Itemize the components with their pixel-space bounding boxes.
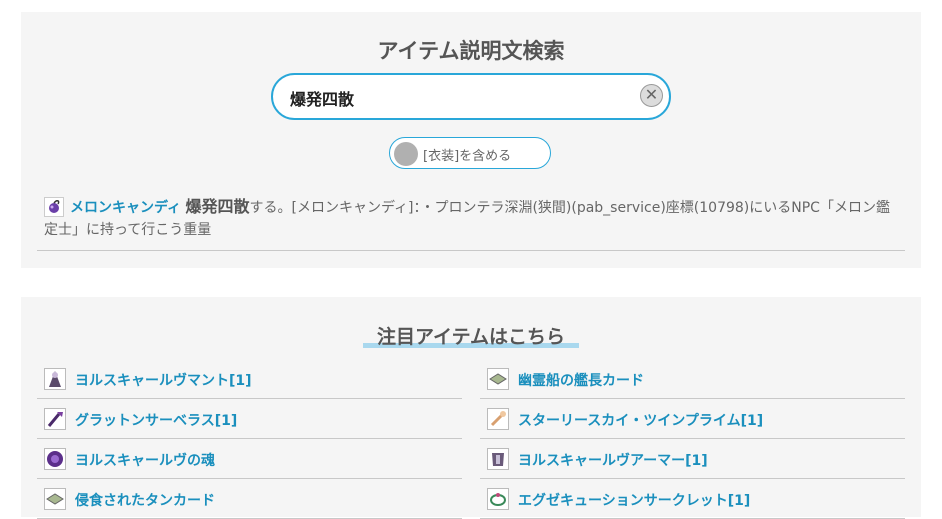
- weapon-icon: [44, 408, 66, 430]
- item-search-panel: アイテム説明文検索 爆発四散 ✕ [衣装]を含める メロンキャンディ 爆発四散す…: [21, 12, 921, 268]
- toggle-knob[interactable]: [394, 142, 418, 166]
- search-title: アイテム説明文検索: [377, 39, 565, 63]
- featured-item-label[interactable]: 幽霊船の艦長カード: [518, 370, 644, 390]
- featured-item-label[interactable]: ヨルスキャールヴマント[1]: [75, 370, 252, 390]
- search-input[interactable]: 爆発四散 ✕: [271, 73, 671, 120]
- search-result: メロンキャンディ 爆発四散する。[メロンキャンディ]：・プロンテラ深淵(狭間)(…: [44, 196, 899, 241]
- featured-item[interactable]: 幽霊船の艦長カード: [480, 359, 905, 399]
- card-icon: [487, 368, 509, 390]
- featured-item-label[interactable]: グラットンサーベラス[1]: [75, 410, 237, 430]
- melon-candy-icon: [44, 197, 64, 217]
- soul-icon: [44, 448, 66, 470]
- staff-icon: [487, 408, 509, 430]
- featured-item[interactable]: ヨルスキャールヴマント[1]: [37, 359, 462, 399]
- featured-item[interactable]: 侵食されたタンカード: [37, 479, 462, 519]
- featured-item[interactable]: ヨルスキャールヴの魂: [37, 439, 462, 479]
- featured-item-label[interactable]: ヨルスキャールヴアーマー[1]: [518, 450, 708, 470]
- featured-item-label[interactable]: スターリースカイ・ツインプライム[1]: [518, 410, 763, 430]
- armor-icon: [487, 448, 509, 470]
- featured-item-label[interactable]: エグゼキューションサークレット[1]: [518, 490, 750, 510]
- costume-toggle[interactable]: [衣装]を含める: [389, 137, 551, 169]
- card-icon: [44, 488, 66, 510]
- divider: [37, 250, 905, 251]
- cloak-icon: [44, 368, 66, 390]
- circlet-icon: [487, 488, 509, 510]
- search-query-text[interactable]: 爆発四散: [290, 86, 354, 110]
- featured-title: 注目アイテムはこちら: [376, 326, 566, 348]
- featured-items-panel: 注目アイテムはこちら ヨルスキャールヴマント[1] グラットンサーベラス[1] …: [21, 297, 921, 519]
- result-item-link[interactable]: メロンキャンディ: [70, 200, 181, 216]
- featured-item[interactable]: エグゼキューションサークレット[1]: [480, 479, 905, 519]
- result-keyword: 爆発四散: [185, 197, 250, 216]
- featured-item[interactable]: グラットンサーベラス[1]: [37, 399, 462, 439]
- costume-toggle-label: [衣装]を含める: [423, 149, 512, 164]
- featured-item[interactable]: ヨルスキャールヴアーマー[1]: [480, 439, 905, 479]
- featured-item-label[interactable]: ヨルスキャールヴの魂: [75, 450, 215, 470]
- featured-item-label[interactable]: 侵食されたタンカード: [75, 490, 215, 510]
- clear-search-icon[interactable]: ✕: [640, 84, 663, 107]
- featured-item[interactable]: スターリースカイ・ツインプライム[1]: [480, 399, 905, 439]
